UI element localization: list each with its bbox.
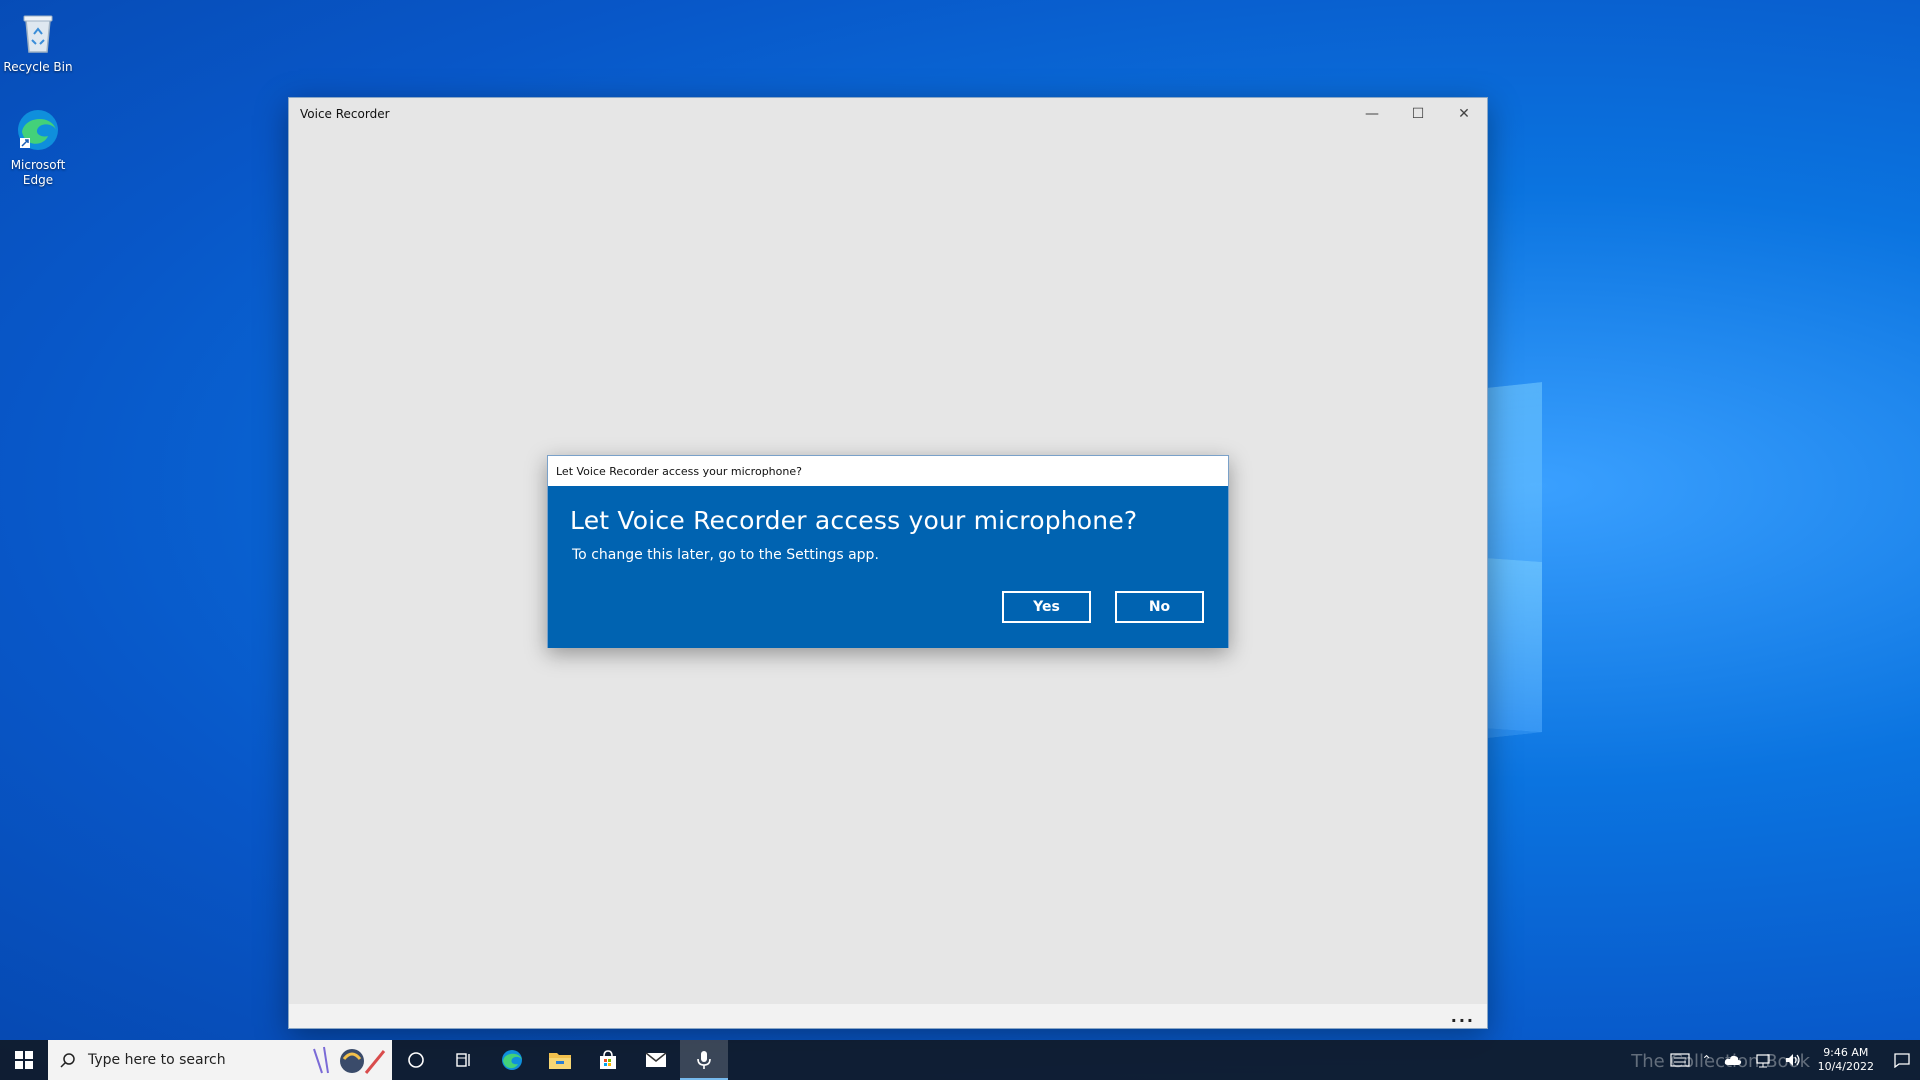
taskbar-edge-button[interactable] bbox=[488, 1040, 536, 1080]
edge-icon bbox=[14, 106, 62, 154]
more-options-button[interactable]: ... bbox=[1451, 1007, 1475, 1026]
clock-date: 10/4/2022 bbox=[1817, 1060, 1874, 1073]
window-controls: — ☐ ✕ bbox=[1349, 98, 1487, 130]
maximize-icon: ☐ bbox=[1411, 106, 1425, 122]
taskbar-search-box[interactable]: Type here to search bbox=[48, 1040, 392, 1080]
cortana-icon bbox=[408, 1052, 424, 1068]
microphone-permission-dialog: Let Voice Recorder access your microphon… bbox=[547, 455, 1229, 648]
dialog-heading: Let Voice Recorder access your microphon… bbox=[570, 506, 1138, 535]
dialog-buttons: Yes No bbox=[1002, 591, 1204, 623]
taskbar-store-button[interactable] bbox=[584, 1040, 632, 1080]
watermark-text: The Collection Book bbox=[1631, 1051, 1810, 1072]
action-center-button[interactable] bbox=[1884, 1040, 1920, 1080]
taskbar-voice-recorder-button[interactable] bbox=[680, 1040, 728, 1080]
window-titlebar[interactable]: Voice Recorder — ☐ ✕ bbox=[289, 98, 1487, 130]
close-button[interactable]: ✕ bbox=[1441, 98, 1487, 130]
dialog-titlebar: Let Voice Recorder access your microphon… bbox=[548, 456, 1228, 486]
edge-icon bbox=[502, 1050, 522, 1070]
taskbar-mail-button[interactable] bbox=[632, 1040, 680, 1080]
no-button[interactable]: No bbox=[1115, 591, 1204, 623]
search-icon bbox=[60, 1053, 75, 1068]
desktop-icon-label: Recycle Bin bbox=[3, 60, 73, 74]
dialog-subtext: To change this later, go to the Settings… bbox=[572, 547, 879, 563]
maximize-button[interactable]: ☐ bbox=[1395, 98, 1441, 130]
close-icon: ✕ bbox=[1458, 106, 1470, 122]
store-icon bbox=[600, 1050, 616, 1069]
windows-logo-beam-lower bbox=[1486, 558, 1542, 732]
desktop-icon-label: Microsoft Edge bbox=[10, 158, 66, 187]
cortana-button[interactable] bbox=[392, 1040, 440, 1080]
search-placeholder: Type here to search bbox=[88, 1052, 226, 1068]
search-highlight-art-icon bbox=[313, 1046, 386, 1074]
dialog-body: Let Voice Recorder access your microphon… bbox=[548, 486, 1228, 648]
app-command-bar: ... bbox=[289, 1004, 1487, 1028]
taskbar: Type here to search ⌃ 9:46 AM 10/4/2022 … bbox=[0, 1040, 1920, 1080]
taskbar-clock[interactable]: 9:46 AM 10/4/2022 bbox=[1808, 1046, 1884, 1074]
file-explorer-icon bbox=[549, 1053, 571, 1069]
yes-button[interactable]: Yes bbox=[1002, 591, 1091, 623]
window-title: Voice Recorder bbox=[300, 107, 390, 121]
mail-icon bbox=[645, 1052, 667, 1067]
taskbar-file-explorer-button[interactable] bbox=[536, 1040, 584, 1080]
desktop-icon-recycle-bin[interactable]: Recycle Bin bbox=[0, 8, 76, 75]
notification-icon bbox=[1894, 1053, 1910, 1068]
task-view-icon bbox=[456, 1053, 470, 1067]
minimize-icon: — bbox=[1365, 106, 1379, 122]
clock-time: 9:46 AM bbox=[1823, 1046, 1869, 1059]
task-view-button[interactable] bbox=[440, 1040, 488, 1080]
recycle-bin-icon bbox=[14, 8, 62, 56]
start-button[interactable] bbox=[0, 1040, 48, 1080]
minimize-button[interactable]: — bbox=[1349, 98, 1395, 130]
desktop-icon-edge[interactable]: Microsoft Edge bbox=[0, 106, 76, 188]
windows-start-icon bbox=[15, 1051, 33, 1069]
voice-recorder-icon bbox=[697, 1051, 711, 1069]
